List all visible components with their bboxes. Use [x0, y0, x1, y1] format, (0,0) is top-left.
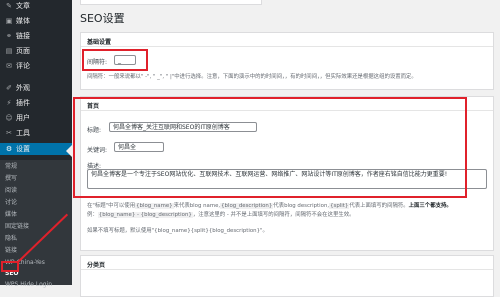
note-text: 代表blog description,	[273, 203, 330, 209]
sidebar-item-4[interactable]: ✉ 评论	[0, 60, 72, 72]
sidebar-item-6[interactable]: ⚡ 插件	[0, 97, 72, 109]
sidebar-item-label: 外观	[16, 84, 30, 92]
submenu-item-0[interactable]: 常规	[5, 163, 17, 171]
media-icon: ▣	[5, 17, 13, 25]
sidebar-item-label: 媒体	[16, 17, 30, 25]
divider	[81, 46, 493, 47]
sidebar-item-2[interactable]: ⚭ 链接	[0, 30, 72, 42]
note-code: {blog_description}	[220, 203, 274, 209]
divider	[81, 269, 493, 270]
usage-note-line2: 例：{blog_name} - {blog_description}，注意这里的…	[87, 211, 355, 219]
submenu-item-3[interactable]: 讨论	[5, 199, 17, 207]
annotation-separator-box	[82, 49, 148, 71]
wrench-icon: ✂	[6, 129, 12, 137]
note-bold: 上面三个都支持。	[408, 203, 452, 209]
note-text: 来代表blog name,	[173, 203, 221, 209]
sidebar-item-label: 工具	[16, 129, 30, 137]
submenu-item-5[interactable]: 固定链接	[5, 223, 29, 231]
annotation-home-box	[73, 97, 467, 198]
submenu-item-4[interactable]: 媒体	[5, 211, 17, 219]
sidebar-item-label: 页面	[16, 47, 30, 55]
basic-settings-title: 基础设置	[87, 39, 112, 46]
submenu-item-2[interactable]: 阅读	[5, 187, 17, 195]
note-text: 在"标题"中可以使用	[87, 203, 136, 209]
note-text: ，注意这里的 - 并不是上面填写的间隔符，间隔符不会在这里生效。	[192, 212, 355, 218]
pin-icon: ✎	[6, 2, 12, 10]
user-icon: ☺	[5, 114, 13, 122]
usage-note-line1: 在"标题"中可以使用{blog_name}来代表blog name,{blog_…	[87, 202, 452, 210]
sidebar-item-label: 设置	[16, 145, 30, 153]
note-code: {blog_name}	[135, 203, 174, 209]
note-text: 例：	[87, 212, 98, 218]
sidebar-item-1[interactable]: ▣ 媒体	[0, 15, 72, 27]
submenu-item-6[interactable]: 隐私	[5, 235, 17, 243]
category-settings-panel: 分类页	[80, 255, 494, 297]
sidebar-item-5[interactable]: ✐ 外观	[0, 82, 72, 94]
sidebar-item-9[interactable]: ⚙ 设置	[0, 143, 72, 155]
sidebar-item-0[interactable]: ✎ 文章	[0, 0, 72, 12]
submenu-item-1[interactable]: 撰写	[5, 175, 17, 183]
note-code: {split}	[329, 203, 350, 209]
category-settings-title: 分类页	[87, 262, 106, 269]
page-title: SEO设置	[80, 12, 125, 25]
usage-note-line3: 如果不填写标题，默认使用"{blog_name}{split}{blog_des…	[87, 228, 268, 234]
sidebar-item-7[interactable]: ☺ 用户	[0, 112, 72, 124]
note-text: 代表上面填写的间隔符。	[349, 203, 409, 209]
sidebar-item-3[interactable]: ▤ 页面	[0, 45, 72, 57]
submenu-item-10[interactable]: WPS Hide Login	[5, 281, 52, 289]
separator-description: 间隔符：一般来说都以" -", " _", " |"中进行选择。注意，下面的演示…	[87, 74, 417, 80]
settings-icon: ⚙	[5, 145, 13, 153]
submenu-item-7[interactable]: 链接	[5, 247, 17, 255]
sidebar-item-8[interactable]: ✂ 工具	[0, 127, 72, 139]
current-menu-pointer	[66, 145, 72, 157]
sidebar-item-label: 插件	[16, 99, 30, 107]
sidebar-item-label: 用户	[16, 114, 30, 122]
page-icon: ▤	[5, 47, 13, 55]
brush-icon: ✐	[6, 84, 12, 92]
comment-icon: ✉	[6, 62, 12, 70]
plugin-icon: ⚡	[6, 99, 12, 107]
note-code: {blog_name} - {blog_description}	[97, 212, 193, 218]
top-panel-edge	[80, 0, 262, 5]
sidebar-item-label: 链接	[16, 32, 30, 40]
link-icon: ⚭	[6, 32, 12, 40]
sidebar-item-label: 文章	[16, 2, 30, 10]
sidebar-item-label: 评论	[16, 62, 30, 70]
